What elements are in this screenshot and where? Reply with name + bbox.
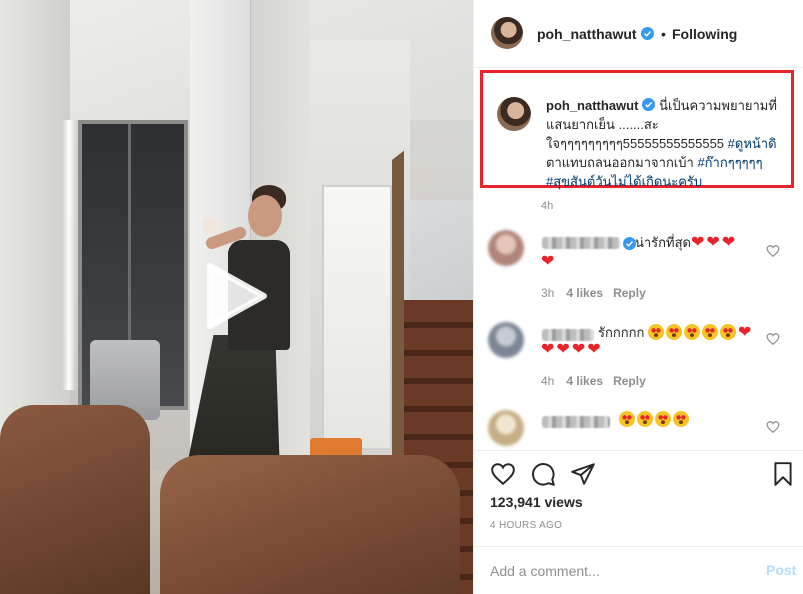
comment-text-line2: ❤ xyxy=(541,252,556,272)
bookmark-icon[interactable] xyxy=(770,461,796,487)
star-eyes-emoji xyxy=(637,411,653,427)
header-username-text[interactable]: poh_natthawut xyxy=(537,26,637,42)
avatar[interactable] xyxy=(488,322,524,358)
caption-text: poh_natthawut นี่เป็นความพยายามที่แสนยาก… xyxy=(546,96,782,191)
comment-icon[interactable] xyxy=(530,461,556,487)
comment-username-blurred[interactable] xyxy=(542,416,610,428)
post-comment-button[interactable]: Post xyxy=(766,562,796,578)
post-actions: 123,941 views 4 HOURS AGO xyxy=(474,450,803,540)
reply-button[interactable]: Reply xyxy=(613,374,646,388)
comment-likes[interactable]: 4 likes xyxy=(566,286,603,300)
verified-badge-icon xyxy=(640,27,654,40)
avatar[interactable] xyxy=(488,230,524,266)
comment-text: รักกกกก ❤ xyxy=(598,323,753,343)
caption-username[interactable]: poh_natthawut xyxy=(546,98,638,113)
header-username[interactable]: poh_natthawut xyxy=(537,26,654,42)
comment-time[interactable]: 4h xyxy=(541,374,554,388)
star-eyes-emoji xyxy=(719,324,736,340)
comment-username-blurred[interactable] xyxy=(542,237,620,249)
avatar[interactable] xyxy=(488,410,524,446)
heart-icon[interactable] xyxy=(766,332,780,346)
comment-meta: 3h 4 likes Reply xyxy=(541,286,646,300)
star-eyes-emoji xyxy=(647,324,664,340)
caption-highlight-box: poh_natthawut นี่เป็นความพยายามที่แสนยาก… xyxy=(480,70,794,191)
post-side-panel: poh_natthawut • Following poh_natthawut … xyxy=(473,0,803,594)
star-eyes-emoji xyxy=(683,324,700,340)
video-person-head xyxy=(248,195,282,237)
star-eyes-emoji xyxy=(673,411,689,427)
post-timestamp[interactable]: 4 HOURS AGO xyxy=(490,520,562,531)
caption-timestamp[interactable]: 4h xyxy=(541,200,553,212)
heart-icon[interactable] xyxy=(766,244,780,258)
comment-text xyxy=(619,410,691,430)
reply-button[interactable]: Reply xyxy=(613,286,646,300)
comment-body: น่ารักที่สุด xyxy=(635,235,691,250)
caption-body-2: ตาแทบถลนออกมาจากเบ้า xyxy=(546,155,694,170)
video-doorway xyxy=(322,185,392,450)
comment-input[interactable] xyxy=(490,561,740,581)
video-cup xyxy=(203,218,217,234)
comment-meta: 4h 4 likes Reply xyxy=(541,374,646,388)
heart-emoji: ❤❤❤ xyxy=(691,234,738,251)
comment-body: รักกกกก xyxy=(598,325,645,340)
post-video[interactable] xyxy=(0,0,473,594)
share-icon[interactable] xyxy=(570,461,596,487)
video-light xyxy=(62,120,76,390)
heart-icon[interactable] xyxy=(766,420,780,434)
comment-time[interactable]: 3h xyxy=(541,286,554,300)
star-eyes-emoji xyxy=(655,411,671,427)
view-count[interactable]: 123,941 views xyxy=(490,494,583,510)
hashtag-link[interactable]: #ดูหน้าดิ xyxy=(728,136,777,151)
star-eyes-emoji xyxy=(665,324,682,340)
video-chair-right xyxy=(160,455,460,594)
following-button[interactable]: Following xyxy=(672,26,737,42)
comment-text-line2: ❤❤❤❤ xyxy=(541,340,603,360)
add-comment-bar: Post xyxy=(474,546,803,594)
comment-likes[interactable]: 4 likes xyxy=(566,374,603,388)
hashtag-link[interactable]: #ก๊ากๆๆๆๆๆ xyxy=(697,155,762,170)
heart-emoji: ❤ xyxy=(737,324,754,341)
star-eyes-emoji xyxy=(619,411,635,427)
hashtag-link[interactable]: #สุขสันต์วันไม่ได้เกิดนะครับ xyxy=(546,174,702,189)
caption-avatar[interactable] xyxy=(497,97,531,131)
instagram-post-view: poh_natthawut • Following poh_natthawut … xyxy=(0,0,803,594)
heart-icon[interactable] xyxy=(490,461,516,487)
heart-emoji: ❤ xyxy=(541,253,557,270)
avatar[interactable] xyxy=(491,17,523,49)
play-icon[interactable] xyxy=(206,262,268,330)
heart-emoji: ❤❤❤❤ xyxy=(541,341,603,358)
separator-dot: • xyxy=(661,26,666,42)
comment-text: น่ารักที่สุด❤❤❤ xyxy=(635,233,737,253)
video-chair-left xyxy=(0,405,150,594)
star-eyes-emoji xyxy=(701,324,718,340)
post-header: poh_natthawut • Following xyxy=(474,0,803,68)
verified-badge-icon xyxy=(642,98,656,111)
